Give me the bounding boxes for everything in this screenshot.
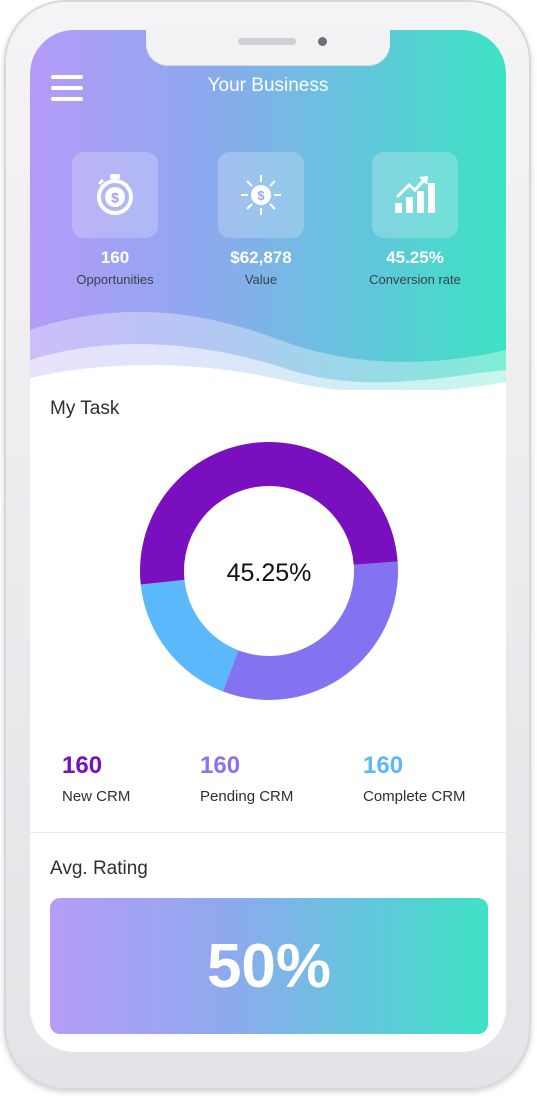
stat-label: Conversion rate [369,272,461,287]
growth-chart-icon [372,152,458,238]
task-donut-chart: 45.25% [139,441,398,700]
dollar-spread-icon: $ [218,152,304,238]
phone-notch [146,30,390,66]
donut-center-label: 45.25% [227,559,312,587]
avg-rating-value: 50% [206,931,332,1001]
stopwatch-dollar-icon: $ [72,152,158,238]
svg-text:$: $ [257,188,265,203]
app-screen: Your Business $ 160 Opportunities $ $62,… [30,30,506,1052]
header-banner: Your Business $ 160 Opportunities $ $62,… [30,30,506,400]
legend-value: 160 [363,752,404,779]
stat-label: Opportunities [76,272,154,287]
stat-value: $62,878 [230,248,292,267]
legend-value: 160 [200,752,241,779]
stat-value: 160 [100,248,130,267]
legend-label: Complete CRM [363,788,466,805]
front-camera [318,37,327,46]
stat-value: 45.25% [386,248,444,267]
avg-rating-title: Avg. Rating [50,858,148,879]
section-divider [30,832,506,833]
legend-value: 160 [62,752,103,779]
svg-text:$: $ [111,190,119,206]
stat-opportunities[interactable]: $ 160 Opportunities [45,152,185,287]
legend-complete-crm: 160 Complete CRM [363,752,466,805]
speaker-grille [238,38,296,45]
stat-value-card[interactable]: $ $62,878 Value [191,152,331,287]
legend-new-crm: 160 New CRM [62,752,130,805]
stat-label: Value [244,272,278,287]
donut-segment-complete-crm [140,579,239,692]
legend-label: New CRM [62,788,131,805]
my-task-title: My Task [50,398,120,419]
legend-pending-crm: 160 Pending CRM [200,752,293,805]
legend-label: Pending CRM [200,788,294,805]
avg-rating-card: 50% [50,898,488,1034]
app-title: Your Business [207,75,329,96]
stat-conversion[interactable]: 45.25% Conversion rate [345,152,485,287]
header-wave [30,311,506,400]
